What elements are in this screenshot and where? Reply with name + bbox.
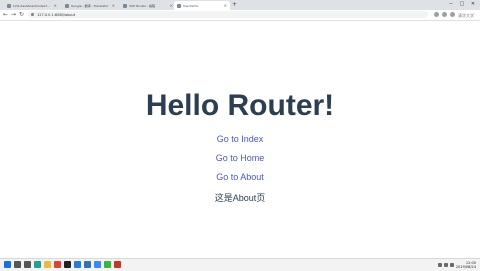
router-view-text: 这是About页 xyxy=(214,193,266,203)
browser-tab-strip: kimi-dashboard/index?… × Google - 翻译 - T… xyxy=(0,0,480,10)
tab-close-icon[interactable]: × xyxy=(112,3,115,8)
tab-label: kimi-dashboard/index?… xyxy=(13,3,51,8)
new-tab-button[interactable]: + xyxy=(232,1,237,9)
close-window-button[interactable]: ✕ xyxy=(468,0,478,8)
link-go-to-home[interactable]: Go to Home xyxy=(0,153,480,163)
minimize-button[interactable]: − xyxy=(446,0,456,8)
music-icon[interactable] xyxy=(114,261,121,268)
search-icon[interactable] xyxy=(14,261,21,268)
taskbar-clock[interactable]: 12:00 2019/08/24 xyxy=(456,261,476,269)
taskbar: 12:00 2019/08/24 xyxy=(0,258,480,271)
browser-tab-active[interactable]: Vue Demo × xyxy=(174,1,230,10)
maximize-button[interactable]: □ xyxy=(457,0,467,8)
browser-toolbar: ← → ↻ 127.0.0.1:8080/about xyxy=(0,10,480,21)
tab-close-icon[interactable]: × xyxy=(224,3,227,8)
tab-favicon-icon xyxy=(123,3,127,8)
tab-favicon-icon xyxy=(65,3,69,8)
tab-close-icon[interactable]: × xyxy=(170,3,173,8)
address-bar[interactable]: 127.0.0.1:8080/about xyxy=(28,11,428,18)
forward-button[interactable]: → xyxy=(10,11,17,19)
extension-icon[interactable] xyxy=(442,12,447,17)
browser-tab[interactable]: Google - 翻译 - Translator × xyxy=(62,1,118,10)
task-view-icon[interactable] xyxy=(24,261,31,268)
back-button[interactable]: ← xyxy=(2,11,9,19)
tab-favicon-icon xyxy=(7,3,11,8)
tab-label: Google - 翻译 - Translator xyxy=(71,3,109,8)
volume-icon[interactable] xyxy=(443,263,448,267)
wechat-icon[interactable] xyxy=(104,261,111,268)
clock-date: 2019/08/24 xyxy=(455,265,476,269)
tab-close-icon[interactable]: × xyxy=(54,3,57,8)
page-content: Hello Router! Go to Index Go to Home Go … xyxy=(0,21,480,258)
page-title: Hello Router! xyxy=(145,89,335,122)
edge-icon[interactable] xyxy=(34,261,41,268)
tab-label: Vue Demo xyxy=(183,3,199,8)
link-go-to-about[interactable]: Go to About xyxy=(0,172,480,182)
site-info-icon[interactable] xyxy=(31,13,34,16)
store-icon[interactable] xyxy=(84,261,91,268)
windows-start-icon[interactable] xyxy=(4,261,11,268)
reload-button[interactable]: ↻ xyxy=(18,11,25,19)
terminal-icon[interactable] xyxy=(64,261,71,268)
network-icon[interactable] xyxy=(437,263,442,267)
extension-icon[interactable] xyxy=(434,12,439,17)
system-tray: 12:00 2019/08/24 xyxy=(437,261,476,269)
watermark-logo: 清华大学 xyxy=(458,13,474,18)
link-go-to-index[interactable]: Go to Index xyxy=(0,134,480,144)
browser-tab[interactable]: VUE Router - 编程 × xyxy=(120,1,176,10)
file-explorer-icon[interactable] xyxy=(44,261,51,268)
vscode-icon[interactable] xyxy=(74,261,81,268)
browser-tab[interactable]: kimi-dashboard/index?… × xyxy=(4,1,60,10)
chrome-icon[interactable] xyxy=(54,261,61,268)
address-url[interactable]: 127.0.0.1:8080/about xyxy=(37,13,75,17)
tab-label: VUE Router - 编程 xyxy=(129,3,156,8)
input-method-icon[interactable] xyxy=(449,263,454,267)
mail-icon[interactable] xyxy=(94,261,101,268)
tab-favicon-icon xyxy=(177,3,181,8)
